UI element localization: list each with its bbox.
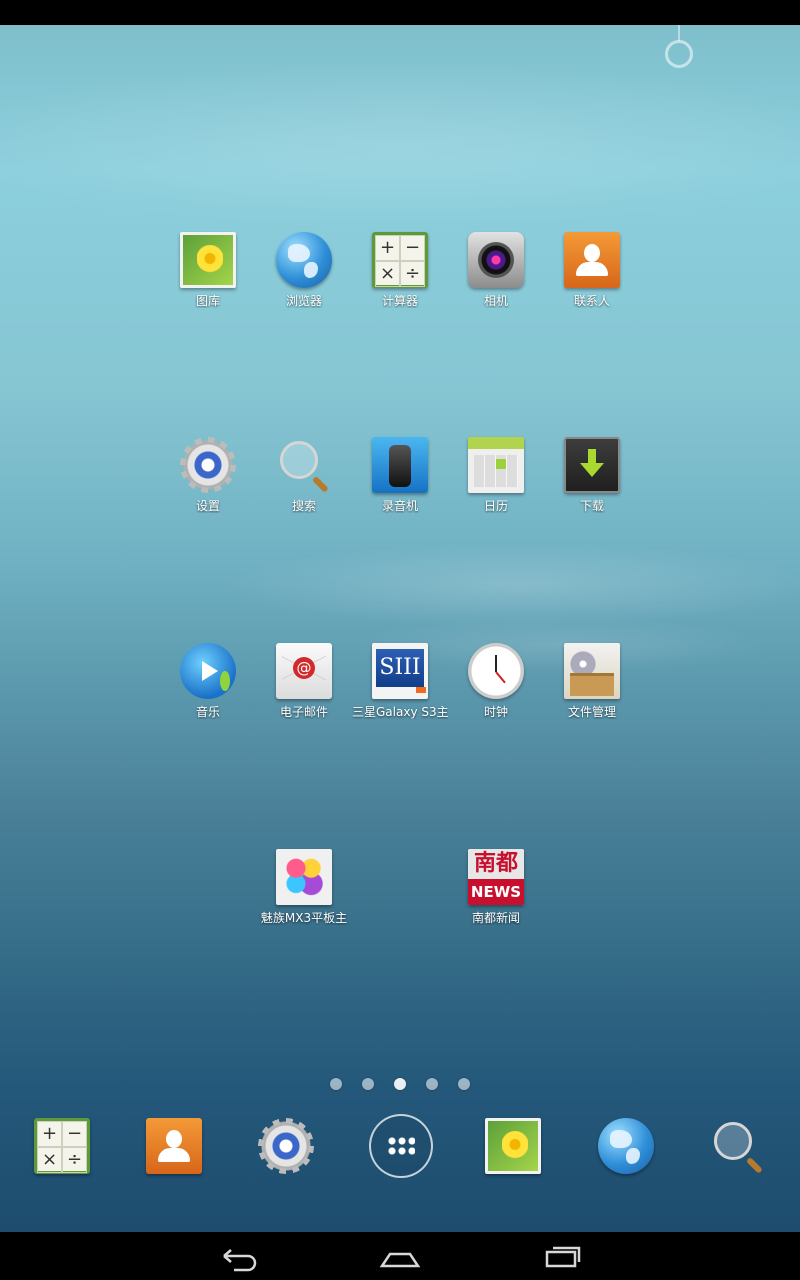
dock-browser-globe-icon[interactable] <box>598 1118 654 1174</box>
nandu-news-icon: 南都 NEWS <box>468 849 524 905</box>
calc-key: − <box>62 1121 87 1147</box>
app-camera[interactable]: 相机 <box>448 232 544 308</box>
page-dot[interactable] <box>458 1078 470 1090</box>
gallery-icon <box>180 232 236 288</box>
app-label: 下载 <box>579 499 604 513</box>
calc-key: ÷ <box>400 261 425 287</box>
all-apps-button[interactable] <box>369 1114 433 1178</box>
app-contacts[interactable]: 联系人 <box>544 232 640 308</box>
app-downloads[interactable]: 下载 <box>544 437 640 513</box>
dock-search-magnifier-icon[interactable] <box>710 1118 766 1174</box>
app-gallery[interactable]: 图库 <box>160 232 256 308</box>
app-search[interactable]: 搜索 <box>256 437 352 513</box>
app-label: 图库 <box>195 294 220 308</box>
app-settings[interactable]: 设置 <box>160 437 256 513</box>
news-icon-top-text: 南都 <box>468 849 524 879</box>
file-manager-icon <box>564 643 620 699</box>
email-icon <box>276 643 332 699</box>
galaxy-s3-icon <box>372 643 428 699</box>
app-label: 三星Galaxy S3主 <box>352 705 448 719</box>
calc-key: + <box>37 1121 62 1147</box>
ring-decoration-string <box>678 25 680 41</box>
app-email[interactable]: 电子邮件 <box>256 643 352 719</box>
back-icon[interactable] <box>214 1240 262 1272</box>
status-bar <box>0 0 800 25</box>
app-nandu-news[interactable]: 南都 NEWS 南都新闻 <box>448 849 544 925</box>
app-file-manager[interactable]: 文件管理 <box>544 643 640 719</box>
app-browser[interactable]: 浏览器 <box>256 232 352 308</box>
page-dot[interactable] <box>362 1078 374 1090</box>
app-label: 联系人 <box>573 294 610 308</box>
browser-globe-icon <box>276 232 332 288</box>
camera-icon <box>468 232 524 288</box>
app-label: 相机 <box>483 294 508 308</box>
dock-contacts-icon[interactable] <box>146 1118 202 1174</box>
app-calendar[interactable]: 日历 <box>448 437 544 513</box>
meizu-mx3-icon <box>276 849 332 905</box>
app-calculator[interactable]: + − × ÷ 计算器 <box>352 232 448 308</box>
app-label: 日历 <box>483 499 508 513</box>
app-label: 计算器 <box>381 294 418 308</box>
navigation-bar <box>0 1232 800 1280</box>
contacts-icon <box>564 232 620 288</box>
music-icon <box>180 643 236 699</box>
clock-icon <box>468 643 524 699</box>
app-label: 南都新闻 <box>471 911 520 925</box>
page-dot[interactable] <box>426 1078 438 1090</box>
calc-key: × <box>37 1147 62 1173</box>
app-voice-recorder[interactable]: 录音机 <box>352 437 448 513</box>
home-icon[interactable] <box>376 1240 424 1272</box>
app-clock[interactable]: 时钟 <box>448 643 544 719</box>
dock-calculator-icon[interactable]: + − × ÷ <box>34 1118 90 1174</box>
calc-key: ÷ <box>62 1147 87 1173</box>
download-icon <box>564 437 620 493</box>
app-music[interactable]: 音乐 <box>160 643 256 719</box>
calc-key: − <box>400 235 425 261</box>
page-indicator <box>0 1078 800 1090</box>
app-label: 音乐 <box>195 705 220 719</box>
app-label: 时钟 <box>483 705 508 719</box>
news-icon-bottom-text: NEWS <box>468 879 524 905</box>
ring-decoration <box>665 40 693 68</box>
app-galaxy-s3[interactable]: 三星Galaxy S3主 <box>352 643 448 719</box>
search-magnifier-icon <box>276 437 332 493</box>
calc-key: + <box>375 235 400 261</box>
app-label: 搜索 <box>291 499 316 513</box>
app-label: 电子邮件 <box>279 705 328 719</box>
app-meizu-mx3[interactable]: 魅族MX3平板主 <box>256 849 352 925</box>
wallpaper <box>0 25 800 1232</box>
page-dot[interactable] <box>330 1078 342 1090</box>
recent-apps-icon[interactable] <box>539 1240 587 1272</box>
app-label: 魅族MX3平板主 <box>260 911 348 925</box>
app-label: 文件管理 <box>567 705 616 719</box>
settings-gear-icon <box>180 437 236 493</box>
voice-recorder-icon <box>372 437 428 493</box>
app-label: 浏览器 <box>285 294 322 308</box>
calendar-icon <box>468 437 524 493</box>
page-dot-active[interactable] <box>394 1078 406 1090</box>
calc-key: × <box>375 261 400 287</box>
app-label: 录音机 <box>381 499 418 513</box>
dock-gallery-icon[interactable] <box>485 1118 541 1174</box>
dock-settings-gear-icon[interactable] <box>258 1118 314 1174</box>
calculator-icon: + − × ÷ <box>372 232 428 288</box>
app-label: 设置 <box>195 499 220 513</box>
